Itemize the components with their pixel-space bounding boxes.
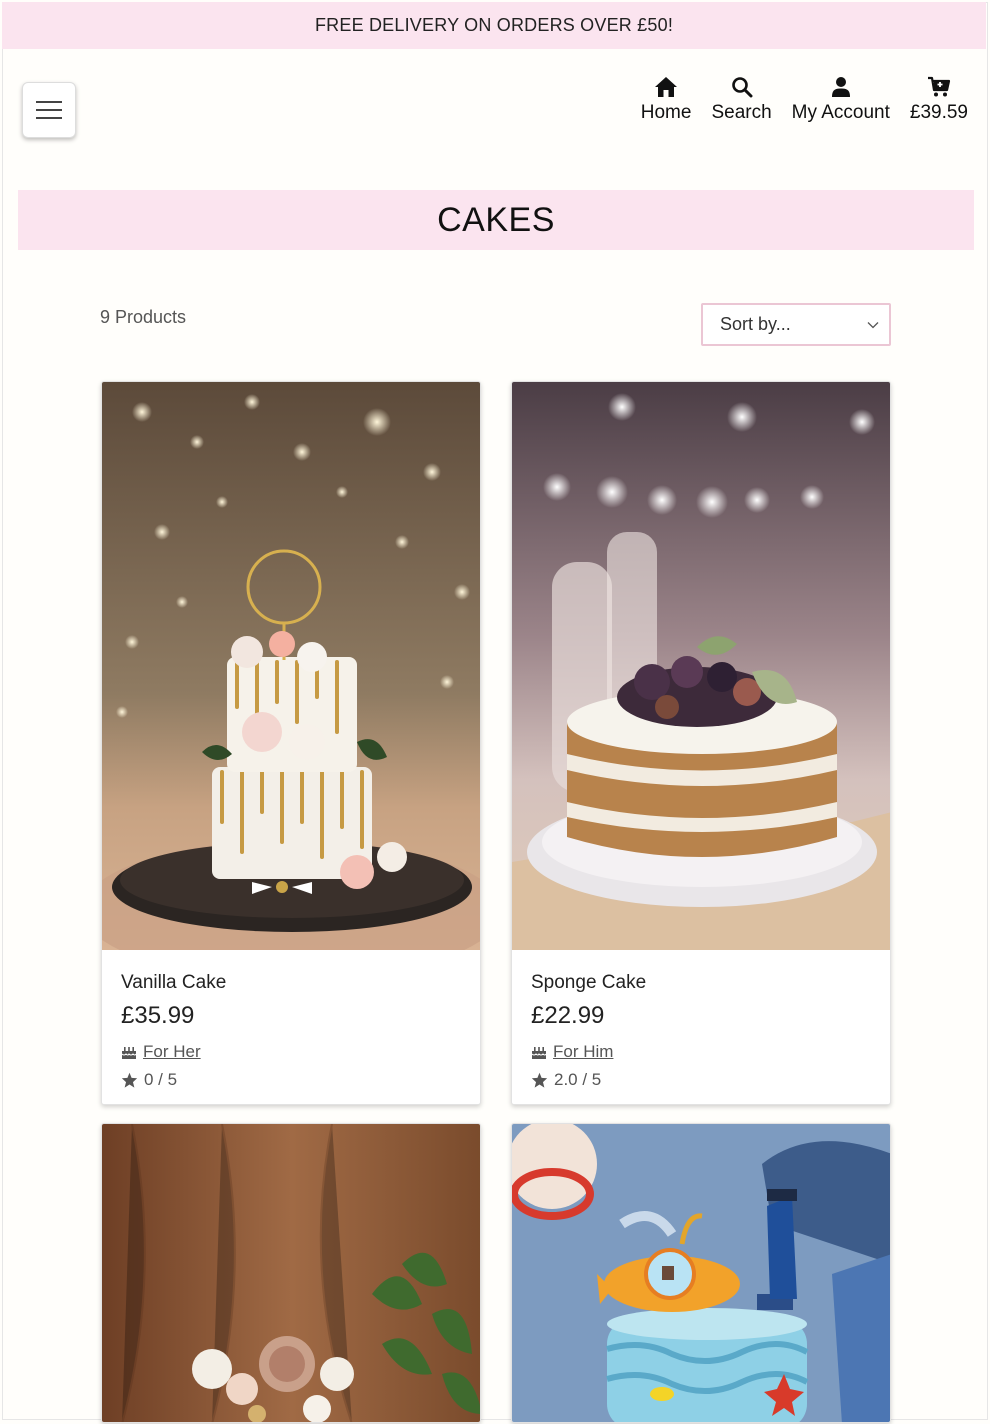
product-category: For Her	[121, 1042, 461, 1062]
sort-select-label: Sort by...	[720, 314, 791, 334]
product-category-link[interactable]: For Him	[553, 1042, 613, 1062]
product-category: For Him	[531, 1042, 871, 1062]
star-icon	[121, 1072, 138, 1088]
sort-select[interactable]: Sort by...	[701, 303, 891, 346]
nav-basket[interactable]: £39.59	[910, 74, 968, 124]
product-card-4[interactable]	[511, 1123, 891, 1423]
basket-total: £39.59	[909, 102, 968, 123]
chevron-down-icon	[867, 321, 879, 328]
product-image-3[interactable]	[102, 1124, 480, 1422]
product-rating: 2.0 / 5	[531, 1070, 871, 1090]
star-icon	[531, 1072, 548, 1088]
product-image-vanilla-cake[interactable]	[102, 382, 480, 950]
product-image-4[interactable]	[512, 1124, 890, 1422]
product-count: 9 Products	[100, 307, 187, 327]
product-card-sponge-cake[interactable]: Sponge Cake £22.99 For Him 2.0 / 5	[511, 381, 891, 1105]
hamburger-icon	[36, 101, 62, 119]
birthday-cake-icon	[121, 1046, 137, 1059]
product-card-vanilla-cake[interactable]: Vanilla Cake £35.99 For Her 0 / 5	[101, 381, 481, 1105]
hamburger-menu-button[interactable]	[22, 82, 76, 138]
shopping-cart-icon	[927, 74, 951, 100]
page-title-band: CAKES	[18, 190, 974, 250]
product-price: £22.99	[531, 1002, 605, 1029]
nav-home[interactable]: Home	[640, 74, 692, 124]
product-image-sponge-cake[interactable]	[512, 382, 890, 950]
product-card-body: Vanilla Cake £35.99 For Her 0 / 5	[102, 950, 480, 1104]
product-card-3[interactable]	[101, 1123, 481, 1423]
birthday-cake-icon	[531, 1046, 547, 1059]
product-name[interactable]: Sponge Cake	[531, 972, 871, 994]
product-name[interactable]: Vanilla Cake	[121, 972, 461, 994]
banner-text: FREE DELIVERY ON ORDERS OVER £50!	[314, 15, 674, 35]
home-icon	[654, 74, 678, 100]
nav-search-label: Search	[711, 102, 772, 123]
nav-my-account-label: My Account	[791, 102, 890, 123]
user-icon	[831, 74, 851, 100]
page-title: CAKES	[437, 200, 555, 239]
nav-home-label: Home	[640, 102, 692, 123]
free-delivery-banner: FREE DELIVERY ON ORDERS OVER £50!	[2, 2, 986, 49]
product-rating: 0 / 5	[121, 1070, 461, 1090]
product-card-body: Sponge Cake £22.99 For Him 2.0 / 5	[512, 950, 890, 1104]
search-icon	[731, 74, 753, 100]
product-rating-value: 0 / 5	[144, 1070, 178, 1089]
main-nav: Home Search My Account £39.59	[641, 74, 968, 124]
product-category-link[interactable]: For Her	[143, 1042, 201, 1062]
nav-search[interactable]: Search	[711, 74, 772, 124]
product-rating-value: 2.0 / 5	[554, 1070, 602, 1089]
product-price: £35.99	[121, 1002, 195, 1029]
nav-my-account[interactable]: My Account	[792, 74, 890, 124]
